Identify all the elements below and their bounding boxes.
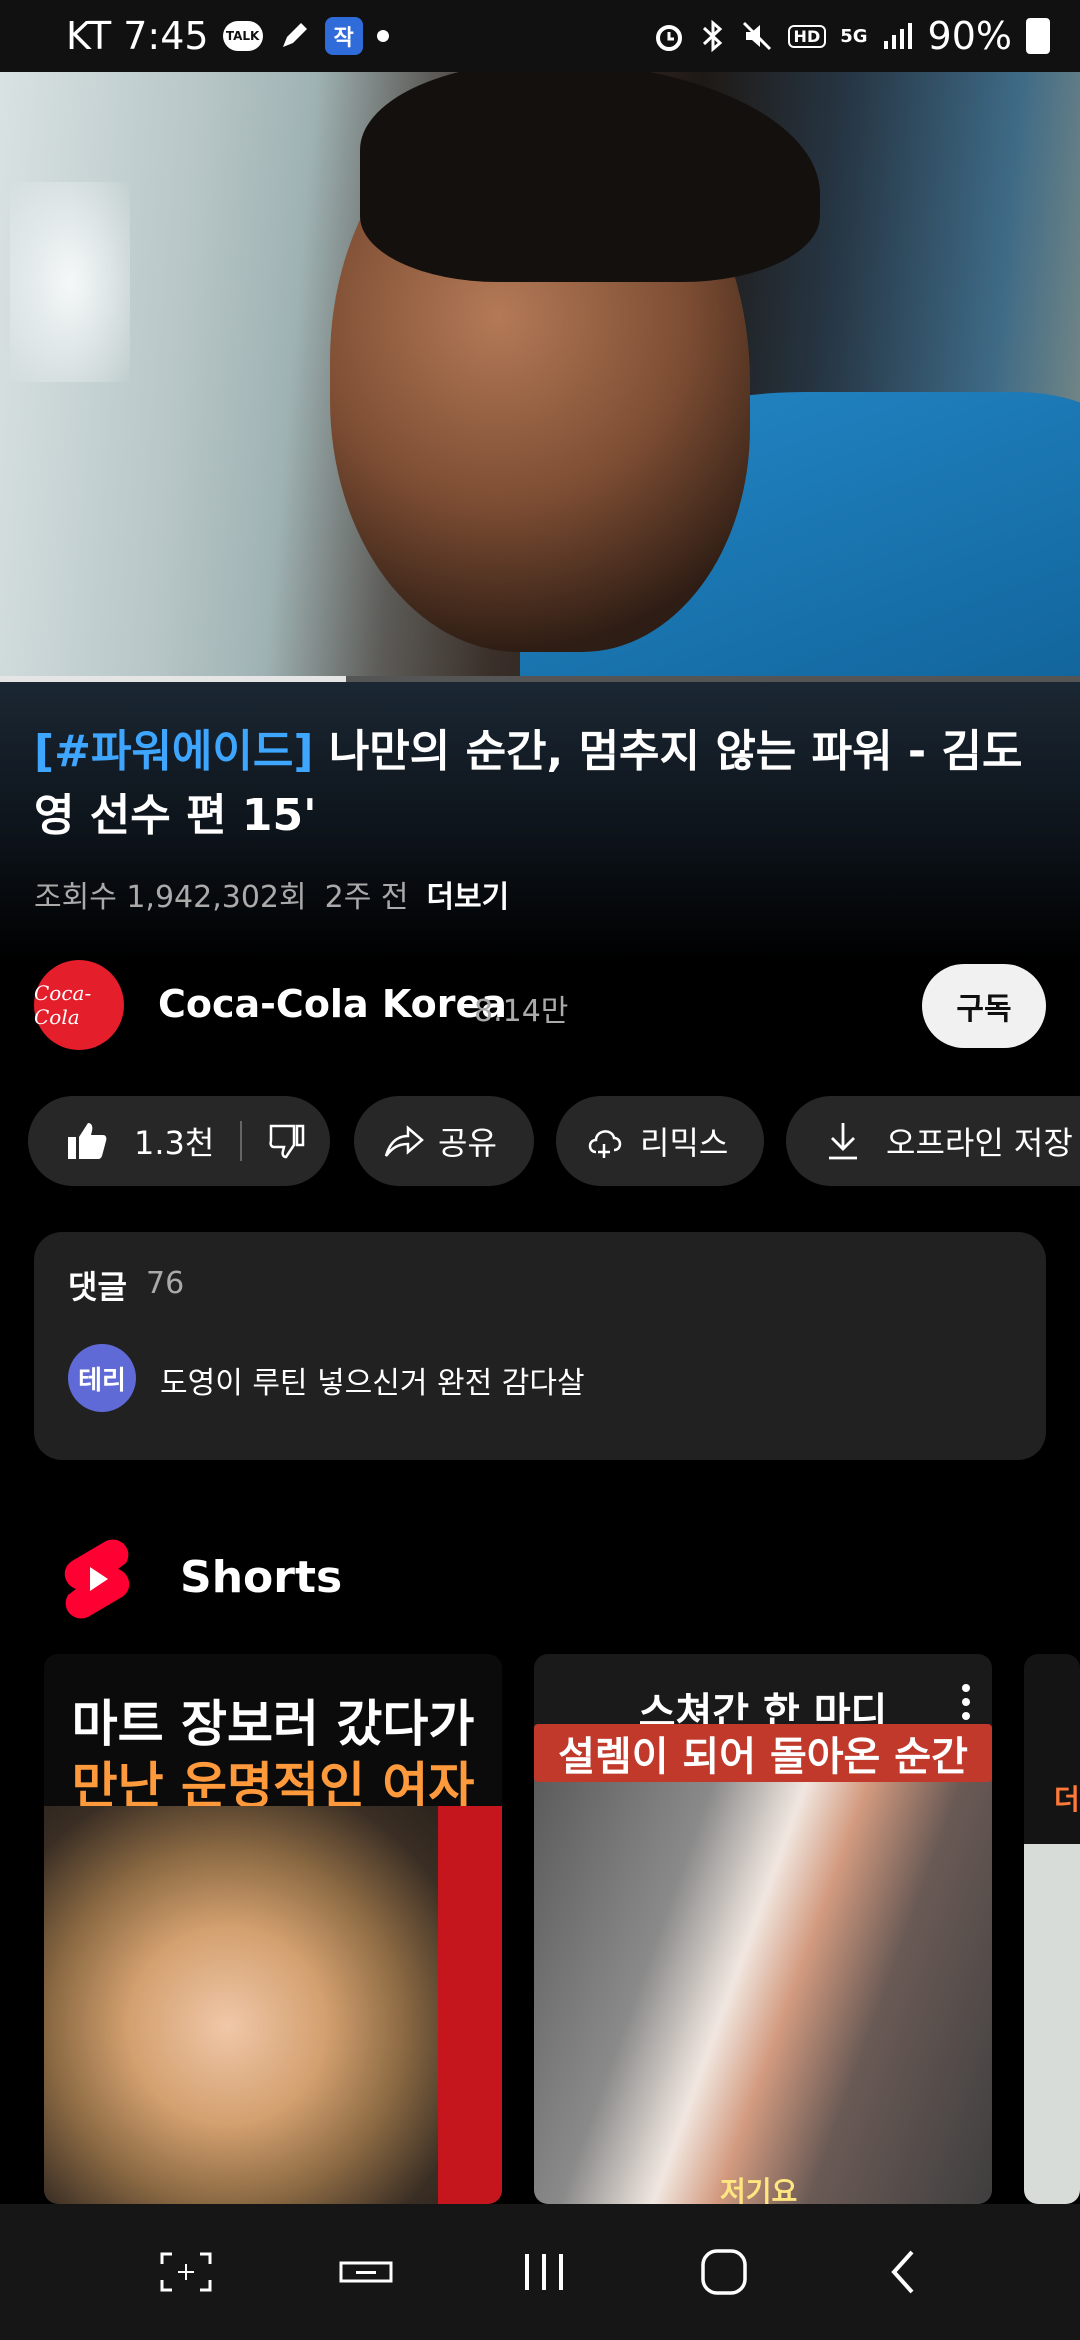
short-card[interactable]: 더 [1024,1654,1080,2204]
like-count: 1.3천 [134,1124,215,1162]
video-meta[interactable]: 조회수 1,942,302회 2주 전 더보기 [34,872,509,916]
mute-icon [740,19,774,53]
shorts-logo [60,1536,134,1626]
chip-divider [240,1121,243,1161]
remix-button[interactable]: 리믹스 [556,1096,764,1186]
video-player[interactable] [0,72,1080,680]
system-nav-bar [0,2204,1080,2340]
recent-apps-button[interactable] [514,2246,574,2298]
download-icon [826,1121,860,1161]
comments-count: 76 [146,1266,185,1301]
title-hashtag[interactable]: [#파워에이드] [34,726,314,777]
share-label: 공유 [438,1124,497,1162]
bluetooth-icon [700,19,726,53]
rectangle-icon [339,2261,393,2283]
home-button[interactable] [694,2246,754,2298]
shorts-icon [60,1535,134,1627]
upload-age: 2주 전 [324,880,409,915]
more-button[interactable]: 더보기 [426,872,509,916]
video-title[interactable]: [#파워에이드] 나만의 순간, 멈추지 않는 파워 - 김도영 선수 편 15… [34,720,1034,848]
thumbs-down-icon [268,1123,306,1159]
subscriber-count: 8.14만 [474,994,569,1029]
commenter-avatar: 테리 [68,1344,136,1412]
action-chips: 1.3천 공유 리믹스 오프라인 저장 [28,1096,1080,1186]
offline-save-label: 오프라인 저장 [886,1124,1073,1162]
short-card[interactable]: 스쳐간 한 마디 설렘이 되어 돌아온 순간 저기요 [534,1654,992,2204]
channel-avatar[interactable]: Coca-Cola [34,960,124,1050]
short-subtitle: 저기요 [720,2175,798,2204]
shorts-section-title: Shorts [180,1552,343,1603]
status-bar: KT 7:45 TALK 작 HD 5G 90% [0,0,1080,72]
pen-notification-icon [277,19,311,53]
hd-voice-icon: HD [787,24,827,48]
capture-icon [160,2252,212,2292]
back-icon [891,2250,914,2294]
view-count: 조회수 1,942,302회 [34,880,307,915]
dislike-button[interactable] [268,1123,306,1159]
keyboard-toggle-button[interactable] [336,2246,396,2298]
thumbs-up-icon [66,1121,108,1161]
short-thumbnail [1024,1844,1080,2204]
app-notification-icon: 작 [324,17,363,55]
carrier-time: KT 7:45 [66,14,209,58]
short-title-line2: 설렘이 되어 돌아온 순간 [534,1724,992,1782]
like-button[interactable]: 1.3천 [28,1118,214,1164]
short-thumbnail [534,1766,992,2204]
screen-capture-button[interactable] [156,2246,216,2298]
short-thumbnail-accent [438,1806,502,2204]
comments-header: 댓글 [68,1268,127,1306]
share-button[interactable]: 공유 [354,1096,534,1186]
kakaotalk-icon: TALK [222,21,263,51]
share-icon [384,1124,424,1158]
subscribe-button[interactable]: 구독 [922,964,1046,1048]
channel-name[interactable]: Coca-Cola Korea [158,982,507,1026]
home-icon [701,2249,747,2295]
short-card[interactable]: 마트 장보러 갔다가 만난 운명적인 여자 [44,1654,502,2204]
short-title-line1: 더 [1054,1783,1080,1816]
comments-card[interactable]: 댓글 76 테리 도영이 루틴 넣으신거 완전 감다살 [34,1232,1046,1460]
recents-icon [525,2254,563,2290]
more-notifications-dot [376,30,389,42]
short-thumbnail [44,1806,502,2204]
offline-save-button[interactable]: 오프라인 저장 [786,1096,1080,1186]
battery-icon [1026,18,1050,54]
top-comment-text: 도영이 루틴 넣으신거 완전 감다살 [160,1366,585,1401]
remix-label: 리믹스 [640,1124,729,1162]
alarm-icon [652,19,686,53]
channel-row[interactable]: Coca-Cola Coca-Cola Korea 8.14만 구독 [34,960,1046,1050]
5g-icon: 5G [840,25,868,47]
like-dislike-chip: 1.3천 [28,1096,330,1186]
back-button[interactable] [874,2246,934,2298]
battery-percent: 90% [927,14,1012,58]
more-options-icon[interactable] [962,1684,972,1720]
signal-icon [882,21,914,51]
remix-icon [586,1122,626,1160]
